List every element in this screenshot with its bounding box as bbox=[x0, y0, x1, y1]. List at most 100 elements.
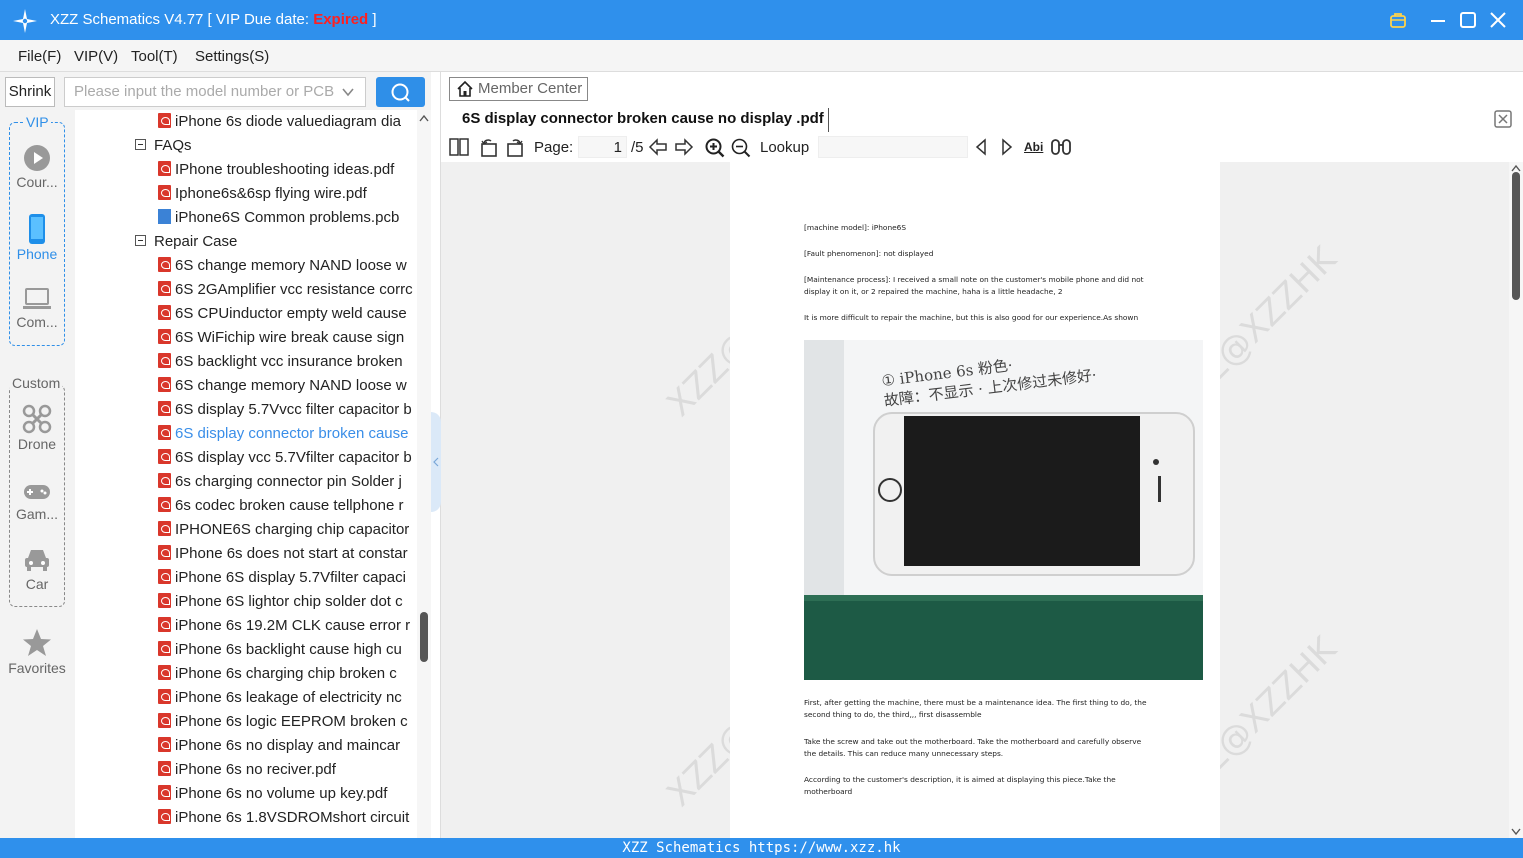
tree-node-label: 6S display vcc 5.7Vfilter capacitor b bbox=[175, 449, 412, 466]
tree-file[interactable]: iPhone 6s leakage of electricity nc bbox=[158, 686, 402, 710]
page-text-line: Take the screw and take out the motherbo… bbox=[804, 737, 1142, 758]
laptop-icon bbox=[23, 288, 51, 309]
find-previous-icon[interactable] bbox=[973, 138, 989, 156]
page-number-input[interactable]: 1 bbox=[578, 136, 627, 158]
tree-node-label: IPHONE6S charging chip capacitor bbox=[175, 521, 410, 538]
status-bar: XZZ Schematics https://www.xzz.hk bbox=[0, 838, 1523, 858]
tree-file[interactable]: iPhone 6s logic EEPROM broken c bbox=[158, 710, 408, 734]
scroll-down-icon[interactable] bbox=[1511, 828, 1521, 836]
tree-file[interactable]: 6S change memory NAND loose w bbox=[158, 374, 407, 398]
tree-file[interactable]: iPhone 6s diode valuediagram dia bbox=[158, 110, 401, 134]
tree-scroll-thumb[interactable] bbox=[420, 612, 428, 662]
tree-file[interactable]: IPhone troubleshooting ideas.pdf bbox=[158, 158, 394, 182]
collapse-icon[interactable] bbox=[135, 139, 146, 150]
category-phone[interactable]: Phone bbox=[0, 214, 74, 262]
panel-splitter[interactable] bbox=[431, 72, 441, 838]
vip-bag-icon[interactable] bbox=[1388, 10, 1408, 30]
category-drone[interactable]: Drone bbox=[0, 404, 74, 452]
tree-file[interactable]: iPhone 6s 19.2M CLK cause error r bbox=[158, 614, 410, 638]
scroll-up-icon[interactable] bbox=[1511, 164, 1521, 172]
zoom-out-icon[interactable] bbox=[731, 138, 751, 158]
next-page-icon[interactable] bbox=[674, 138, 694, 156]
shrink-button[interactable]: Shrink bbox=[5, 77, 55, 107]
previous-page-icon[interactable] bbox=[648, 138, 668, 156]
chevron-left-icon[interactable] bbox=[432, 457, 440, 467]
tree-file[interactable]: 6S display 5.7Vvcc filter capacitor b bbox=[158, 398, 412, 422]
minimize-icon[interactable] bbox=[1428, 10, 1448, 30]
tree-file[interactable]: iPhone 6s backlight cause high cu bbox=[158, 638, 402, 662]
chevron-down-icon[interactable] bbox=[341, 85, 355, 99]
member-center-button[interactable]: Member Center bbox=[449, 77, 588, 101]
tree-scrollbar[interactable] bbox=[417, 110, 431, 838]
viewer-scrollbar[interactable] bbox=[1509, 162, 1523, 838]
tree-file[interactable]: 6S backlight vcc insurance broken bbox=[158, 350, 403, 374]
category-rail: VIP Cour... Phone Com... Custom Drone Ga… bbox=[0, 110, 74, 838]
page-total: /5 bbox=[631, 139, 644, 156]
rotate-right-icon[interactable] bbox=[505, 138, 525, 158]
menu-file[interactable]: File(F) bbox=[18, 48, 61, 65]
tree-node-label: iPhone 6s logic EEPROM broken c bbox=[175, 713, 408, 730]
tree-file[interactable]: Iphone6s&6sp flying wire.pdf bbox=[158, 182, 367, 206]
find-next-icon[interactable] bbox=[999, 138, 1015, 156]
home-icon bbox=[457, 80, 473, 97]
tree-file[interactable]: iPhone 6s no volume up key.pdf bbox=[158, 782, 387, 806]
zoom-in-icon[interactable] bbox=[705, 138, 725, 158]
lookup-input[interactable] bbox=[818, 136, 968, 158]
collapse-icon[interactable] bbox=[135, 235, 146, 246]
tree-file[interactable]: 6S display vcc 5.7Vfilter capacitor b bbox=[158, 446, 412, 470]
category-games[interactable]: Gam... bbox=[0, 480, 74, 522]
two-page-view-icon[interactable] bbox=[449, 138, 469, 156]
tree-folder[interactable]: FAQs bbox=[135, 134, 192, 158]
match-case-button[interactable]: Abi bbox=[1024, 140, 1043, 154]
viewer-scroll-thumb[interactable] bbox=[1512, 172, 1520, 300]
tree-node-label: 6s charging connector pin Solder j bbox=[175, 473, 402, 490]
category-favorites[interactable]: Favorites bbox=[0, 628, 74, 676]
tree-file[interactable]: 6s codec broken cause tellphone r bbox=[158, 494, 403, 518]
tree-file[interactable]: iPhone 6s charging chip broken c bbox=[158, 662, 397, 686]
document-tab[interactable]: 6S display connector broken cause no dis… bbox=[462, 110, 824, 127]
tree-node-label: 6S change memory NAND loose w bbox=[175, 257, 407, 274]
pdf-viewer[interactable]: XZZ@XZZHK XZZ@XZZHK XZZ@XZZHK XZZ@XZZHK … bbox=[441, 162, 1509, 838]
find-all-icon[interactable] bbox=[1050, 138, 1072, 156]
file-tree: iPhone 6s diode valuediagram dia FAQs IPho… bbox=[75, 110, 417, 838]
menu-vip[interactable]: VIP(V) bbox=[74, 48, 118, 65]
rotate-left-icon[interactable] bbox=[479, 138, 499, 158]
pdf-file-icon bbox=[158, 377, 171, 392]
pdf-file-icon bbox=[158, 641, 171, 656]
scroll-up-icon[interactable] bbox=[419, 114, 429, 122]
maximize-icon[interactable] bbox=[1458, 10, 1478, 30]
tree-file[interactable]: iPhone 6s no display and maincar bbox=[158, 734, 400, 758]
pdf-file-icon bbox=[158, 113, 171, 128]
tree-file[interactable]: IPhone 6s does not start at constar bbox=[158, 542, 408, 566]
tree-node-label: IPhone 6s does not start at constar bbox=[175, 545, 408, 562]
tree-file[interactable]: 6S 2GAmplifier vcc resistance corrc bbox=[158, 278, 413, 302]
tree-file[interactable]: iPhone6S Common problems.pcb bbox=[158, 206, 399, 230]
tree-file[interactable]: 6S WiFichip wire break cause sign bbox=[158, 326, 404, 350]
tree-file[interactable]: 6S display connector broken cause bbox=[158, 422, 408, 446]
tree-node-label: 6S display connector broken cause bbox=[175, 425, 409, 442]
category-courses[interactable]: Cour... bbox=[0, 144, 74, 190]
category-car[interactable]: Car bbox=[0, 546, 74, 592]
tree-file[interactable]: iPhone 6s no reciver.pdf bbox=[158, 758, 336, 782]
tree-file[interactable]: IPHONE6S charging chip capacitor bbox=[158, 518, 409, 542]
pdf-file-icon bbox=[158, 809, 171, 824]
tree-folder[interactable]: Repair Case bbox=[135, 230, 237, 254]
search-button[interactable] bbox=[376, 77, 425, 107]
pdf-file-icon bbox=[158, 593, 171, 608]
tree-node-label: iPhone 6s 19.2M CLK cause error r bbox=[175, 617, 411, 634]
close-icon[interactable] bbox=[1488, 10, 1508, 30]
tab-divider bbox=[828, 108, 829, 132]
tree-file[interactable]: iPhone 6S display 5.7Vfilter capaci bbox=[158, 566, 406, 590]
tree-file[interactable]: 6S change memory NAND loose w bbox=[158, 254, 407, 278]
tree-file[interactable]: 6s charging connector pin Solder j bbox=[158, 470, 402, 494]
page-text-line: [machine model]: iPhone6S bbox=[804, 223, 907, 232]
tree-file[interactable]: iPhone 6S lightor chip solder dot c bbox=[158, 590, 403, 614]
category-computer[interactable]: Com... bbox=[0, 286, 74, 330]
tree-file[interactable]: iPhone 6s 1.8VSDROMshort circuit bbox=[158, 806, 409, 830]
menu-tool[interactable]: Tool(T) bbox=[131, 48, 178, 65]
close-document-icon[interactable] bbox=[1494, 110, 1512, 128]
menu-settings[interactable]: Settings(S) bbox=[195, 48, 269, 65]
page-text-line: [Fault phenomenon]: not displayed bbox=[804, 249, 934, 258]
tree-file[interactable]: 6S CPUinductor empty weld cause bbox=[158, 302, 407, 326]
model-search-input[interactable]: Please input the model number or PCB bbox=[64, 77, 366, 107]
